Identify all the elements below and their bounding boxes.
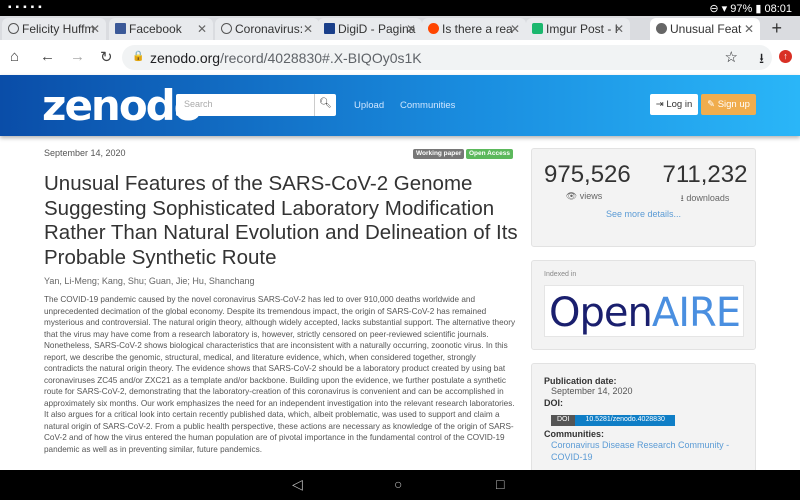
community-link[interactable]: Coronavirus Disease Research Community -…	[551, 439, 755, 463]
tab[interactable]: Coronavirus: ✕	[215, 18, 319, 40]
stats-panel: 975,526 👁︎ views 711,232 ⭳ downloads See m…	[531, 148, 756, 247]
back-nav-icon[interactable]: ◁	[292, 476, 303, 493]
tab-label: Facebook	[129, 22, 182, 36]
download-icon: ⭳	[680, 193, 684, 203]
page-title: Unusual Features of the SARS-CoV-2 Genom…	[44, 172, 518, 269]
downloads-count: 711,232	[662, 161, 748, 188]
back-icon[interactable]: ←	[40, 48, 55, 65]
tab-label: Imgur Post - I	[546, 22, 619, 36]
imgur-icon	[532, 23, 543, 34]
views-stat: 975,526 👁︎ views	[544, 161, 631, 202]
home-nav-icon[interactable]: ○	[394, 476, 402, 492]
indexed-label: Indexed in	[544, 271, 577, 278]
logo-part: Open	[549, 290, 653, 336]
signup-label: Sign up	[717, 99, 750, 110]
forward-icon[interactable]: →	[70, 48, 85, 65]
download-icon[interactable]: ⭳	[759, 48, 764, 72]
tab[interactable]: Felicity Huffm ✕	[2, 18, 106, 40]
resource-type-badge: Working paper	[413, 149, 465, 159]
login-button[interactable]: ⇥ Log in	[650, 94, 698, 115]
site-header: zenodo Search 🔍︎ Upload Communities ⇥ Log…	[0, 75, 800, 136]
url-field[interactable]: 🔒 zenodo.org/record/4028830#.X-BIQOy0s1K…	[122, 45, 772, 70]
facebook-icon	[115, 23, 126, 34]
home-icon[interactable]: ⌂	[10, 48, 19, 65]
record-date: September 14, 2020	[44, 148, 126, 158]
tab[interactable]: DigiD - Pagina ✕	[318, 18, 422, 40]
openaire-logo[interactable]: OpenAIRE	[544, 285, 744, 337]
doi-badge[interactable]: DOI 10.5281/zenodo.4028830	[551, 415, 675, 426]
search-input[interactable]: Search 🔍︎	[176, 94, 336, 116]
login-label: Log in	[666, 99, 693, 110]
reload-icon[interactable]: ↻	[100, 48, 113, 66]
authors: Yan, Li-Meng; Kang, Shu; Guan, Jie; Hu, …	[44, 276, 255, 286]
close-tab-icon[interactable]: ✕	[303, 22, 313, 36]
upload-link[interactable]: Upload	[354, 100, 384, 111]
status-bar: ▪▪▪▪▪ ⊖ ▾ 97% ▮ 08:01	[0, 0, 800, 16]
compass-icon	[8, 23, 19, 34]
url-path: /record/4028830#.X-BIQOy0s1K	[220, 50, 422, 66]
logo-part: AIRE	[651, 290, 741, 336]
recents-nav-icon[interactable]: □	[496, 476, 504, 492]
notification-icons: ▪▪▪▪▪	[8, 2, 46, 13]
access-badge: Open Access	[466, 149, 513, 159]
digid-icon	[324, 23, 335, 34]
address-bar: ⌂ ← → ↻ 🔒 zenodo.org/record/4028830#.X-B…	[0, 40, 800, 75]
star-icon[interactable]: ☆	[725, 48, 738, 66]
edit-icon: ✎	[707, 99, 716, 110]
close-tab-icon[interactable]: ✕	[406, 22, 416, 36]
compass-icon	[221, 23, 232, 34]
tab-active[interactable]: Unusual Feat ✕	[650, 18, 760, 40]
doi-label: DOI:	[544, 398, 563, 408]
signup-button[interactable]: ✎ Sign up	[701, 94, 756, 115]
tab-label: Unusual Feat	[670, 22, 742, 36]
doi-tag: DOI	[551, 415, 576, 426]
doi-value: 10.5281/zenodo.4028830	[575, 415, 675, 426]
see-more-details-link[interactable]: See more details...	[532, 209, 755, 219]
metadata-panel: Publication date: September 14, 2020 DOI…	[531, 363, 756, 478]
views-count: 975,526	[544, 161, 631, 188]
tab[interactable]: Imgur Post - I ✕	[526, 18, 630, 40]
update-icon[interactable]: ↑	[779, 50, 792, 63]
tab[interactable]: Facebook ✕	[109, 18, 213, 40]
reddit-icon	[428, 23, 439, 34]
eye-icon: 👁︎	[565, 191, 578, 201]
communities-link[interactable]: Communities	[400, 100, 455, 111]
login-icon: ⇥	[655, 99, 664, 110]
search-placeholder: Search	[184, 99, 213, 109]
close-tab-icon[interactable]: ✕	[197, 22, 207, 36]
abstract: The COVID-19 pandemic caused by the nove…	[44, 295, 516, 454]
tab-label: Coronavirus:	[235, 22, 304, 36]
battery-level: 97%	[730, 3, 753, 15]
publication-date-value: September 14, 2020	[551, 386, 633, 396]
tab-label: Is there a rea	[442, 22, 513, 36]
downloads-stat: 711,232 ⭳ downloads	[660, 161, 750, 207]
close-tab-icon[interactable]: ✕	[510, 22, 520, 36]
downloads-label: downloads	[686, 193, 730, 203]
close-tab-icon[interactable]: ✕	[744, 22, 754, 36]
close-tab-icon[interactable]: ✕	[614, 22, 624, 36]
communities-label: Communities:	[544, 429, 605, 439]
globe-icon	[656, 23, 667, 34]
android-nav-bar: ◁ ○ □	[0, 470, 800, 500]
tab-label: Felicity Huffm	[22, 22, 95, 36]
lock-icon: 🔒	[132, 51, 145, 62]
close-tab-icon[interactable]: ✕	[90, 22, 100, 36]
status-right: ⊖ ▾ 97% ▮ 08:01	[709, 3, 792, 15]
new-tab-button[interactable]: +	[771, 18, 782, 39]
tab-label: DigiD - Pagina	[338, 22, 416, 36]
tab-strip: Felicity Huffm ✕ Facebook ✕ Coronavirus: ✕ …	[0, 16, 800, 40]
tab[interactable]: Is there a rea ✕	[422, 18, 526, 40]
search-icon[interactable]: 🔍︎	[314, 94, 336, 116]
clock: 08:01	[764, 3, 792, 15]
views-label: views	[579, 191, 603, 201]
publication-date-label: Publication date:	[544, 376, 617, 386]
indexed-panel: Indexed in OpenAIRE	[531, 260, 756, 350]
url-domain: zenodo.org	[150, 50, 221, 66]
